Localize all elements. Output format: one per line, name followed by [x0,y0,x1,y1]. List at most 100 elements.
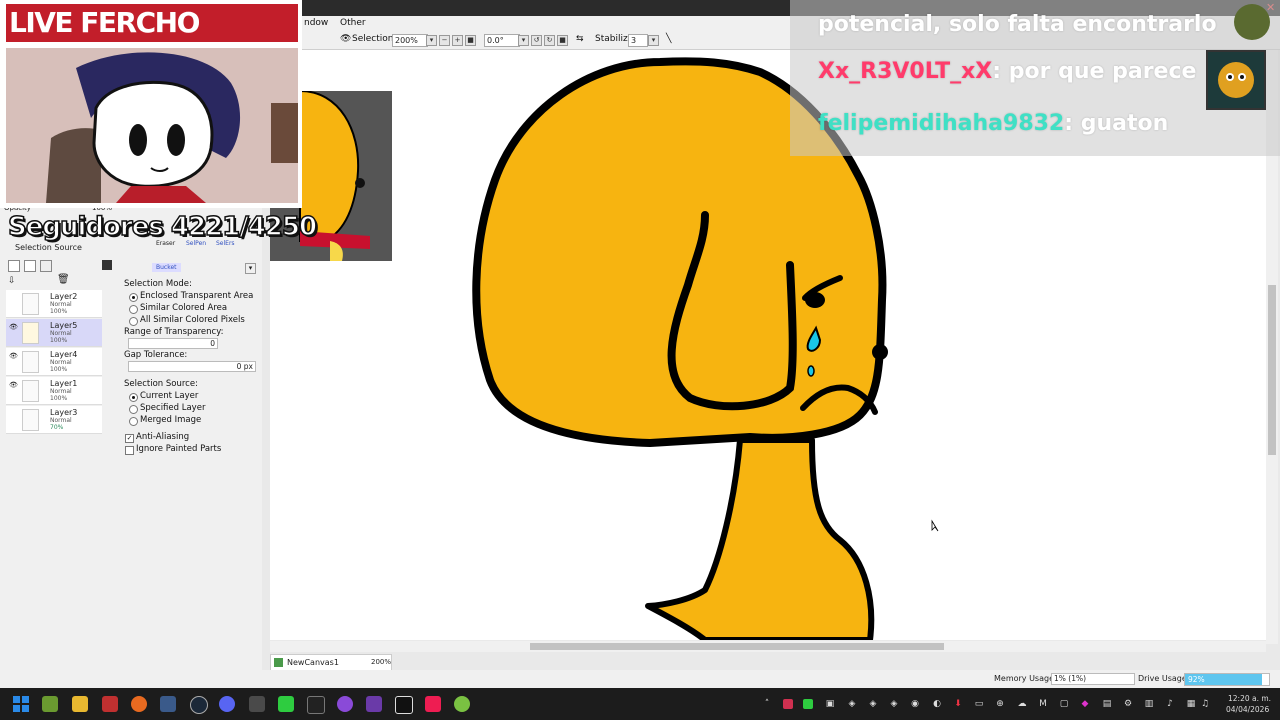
source-current-label[interactable]: Current Layer [140,391,198,401]
app-icon-tc[interactable] [307,696,325,714]
gap-field[interactable]: 0 px [128,361,256,372]
tray-icon-10[interactable]: ▭ [974,699,984,709]
app-icon-v[interactable] [160,696,176,712]
layer-item-layer4[interactable]: 👁 Layer4 Normal 100% [6,348,102,376]
memory-label: Memory Usage [994,674,1055,683]
eye-icon[interactable]: 👁 [9,352,19,360]
layer-item-layer2[interactable]: Layer2 Normal 100% [6,290,102,318]
steam-icon[interactable] [190,696,208,714]
vertical-scroll-thumb[interactable] [1268,285,1276,455]
volume-icon[interactable]: ♫ [1200,699,1210,709]
capcut-icon[interactable] [395,696,413,714]
app-icon-minecraft[interactable] [42,696,58,712]
new-layer-icon[interactable] [8,260,20,272]
tray-icon-6[interactable]: ◈ [889,699,899,709]
folder-icon[interactable] [72,696,88,712]
layer-item-layer5[interactable]: 👁 Layer5 Normal 100% [6,319,102,347]
zoom-out-icon[interactable]: − [439,35,450,46]
source-specified-label[interactable]: Specified Layer [140,403,205,413]
microphone-icon[interactable]: ♪ [1165,699,1175,709]
mode-enclosed-radio[interactable] [129,293,138,302]
paint-tool-sai-icon[interactable] [102,696,118,712]
zoom-field[interactable]: 200% [392,34,428,47]
layer-item-layer3[interactable]: Layer3 Normal 70% [6,406,102,434]
zoom-in-icon[interactable]: + [452,35,463,46]
layer-mask-icon[interactable] [102,260,112,270]
mode-enclosed-label[interactable]: Enclosed Transparent Area [140,291,253,301]
tray-icon-13[interactable]: M [1038,699,1048,709]
tool-properties: Selection Mode: Enclosed Transparent Are… [120,260,260,660]
mode-similar-label[interactable]: Similar Colored Area [140,303,227,313]
rotate-reset-icon[interactable]: ■ [557,35,568,46]
source-merged-radio[interactable] [129,417,138,426]
stabilizer-field[interactable]: 3 [628,34,648,47]
tray-icon-7[interactable]: ◉ [910,699,920,709]
range-field[interactable]: 0 [128,338,218,349]
eye-icon[interactable]: 👁 [9,381,19,389]
firefox-icon[interactable] [131,696,147,712]
app-icon-grid[interactable] [366,696,382,712]
clock-date[interactable]: 04/04/2026 [1226,705,1269,714]
rotation-field[interactable]: 0.0° [484,34,520,47]
tray-icon-3[interactable]: ▣ [825,699,835,709]
zoom-reset-icon[interactable]: ■ [465,35,476,46]
mode-all-similar-label[interactable]: All Similar Colored Pixels [140,315,245,325]
new-vector-layer-icon[interactable] [24,260,36,272]
selection-toggle[interactable]: Selection [352,34,393,44]
tray-icon-5[interactable]: ◈ [868,699,878,709]
tray-icon-8[interactable]: ◐ [932,699,942,709]
source-specified-radio[interactable] [129,405,138,414]
clock-time[interactable]: 12:20 a. m. [1228,694,1271,703]
dog-tear-small [807,365,815,377]
tray-icon-2[interactable] [803,699,813,709]
windows-start-icon[interactable] [13,696,29,712]
tray-icon-4[interactable]: ◈ [847,699,857,709]
delete-layer-icon[interactable]: 🗑 [57,274,70,285]
tray-icon-15[interactable]: ◆ [1080,699,1090,709]
app-icon-purple[interactable] [337,696,353,712]
gap-label: Gap Tolerance: [124,350,188,360]
rotation-dropdown-icon[interactable]: ▾ [518,35,529,46]
rotate-left-icon[interactable]: ↺ [531,35,542,46]
ignore-painted-checkbox[interactable] [125,446,134,455]
flip-icon[interactable]: ⇆ [576,34,584,44]
tray-icon-14[interactable]: ▢ [1059,699,1069,709]
tray-chevron-icon[interactable]: ˄ [762,699,772,709]
tiktok-icon[interactable] [425,696,441,712]
app-icon-green[interactable] [278,696,294,712]
horizontal-scroll-thumb[interactable] [530,643,944,650]
anti-aliasing-checkbox[interactable]: ✓ [125,434,134,443]
tray-icon-9[interactable]: ⬇ [953,699,963,709]
tray-icon-12[interactable]: ☁ [1017,699,1027,709]
mode-similar-radio[interactable] [129,305,138,314]
layer-item-layer1[interactable]: 👁 Layer1 Normal 100% [6,377,102,405]
ignore-painted-label[interactable]: Ignore Painted Parts [136,444,221,454]
menu-window[interactable]: ndow [304,18,328,28]
new-folder-icon[interactable] [40,260,52,272]
layer-opacity: 100% [50,337,68,344]
mode-all-similar-radio[interactable] [129,317,138,326]
app-icon-window[interactable] [249,696,265,712]
eye-icon[interactable]: 👁 [340,34,351,44]
discord-icon[interactable] [219,696,235,712]
merge-down-icon[interactable]: ⇩ [8,276,16,286]
anti-aliasing-label[interactable]: Anti-Aliasing [136,432,189,442]
memory-value: 1% (1%) [1051,673,1135,685]
tray-icon-17[interactable]: ⚙ [1123,699,1133,709]
source-current-radio[interactable] [129,393,138,402]
menu-other[interactable]: Other [340,18,366,28]
source-merged-label[interactable]: Merged Image [140,415,201,425]
rotate-right-icon[interactable]: ↻ [544,35,555,46]
tray-icon-16[interactable]: ▤ [1102,699,1112,709]
layer-name: Layer3 [50,408,78,417]
tray-icon-18[interactable]: ▥ [1144,699,1154,709]
xbox-icon[interactable] [454,696,470,712]
stabilizer-dropdown-icon[interactable]: ▾ [648,35,659,46]
tray-icon-1[interactable] [783,699,793,709]
network-icon[interactable]: ▦ [1186,699,1196,709]
eye-icon[interactable]: 👁 [9,323,19,331]
pen-icon[interactable]: ╲ [666,34,671,44]
canvas-icon [274,658,283,667]
zoom-dropdown-icon[interactable]: ▾ [426,35,437,46]
tray-icon-11[interactable]: ⊕ [995,699,1005,709]
